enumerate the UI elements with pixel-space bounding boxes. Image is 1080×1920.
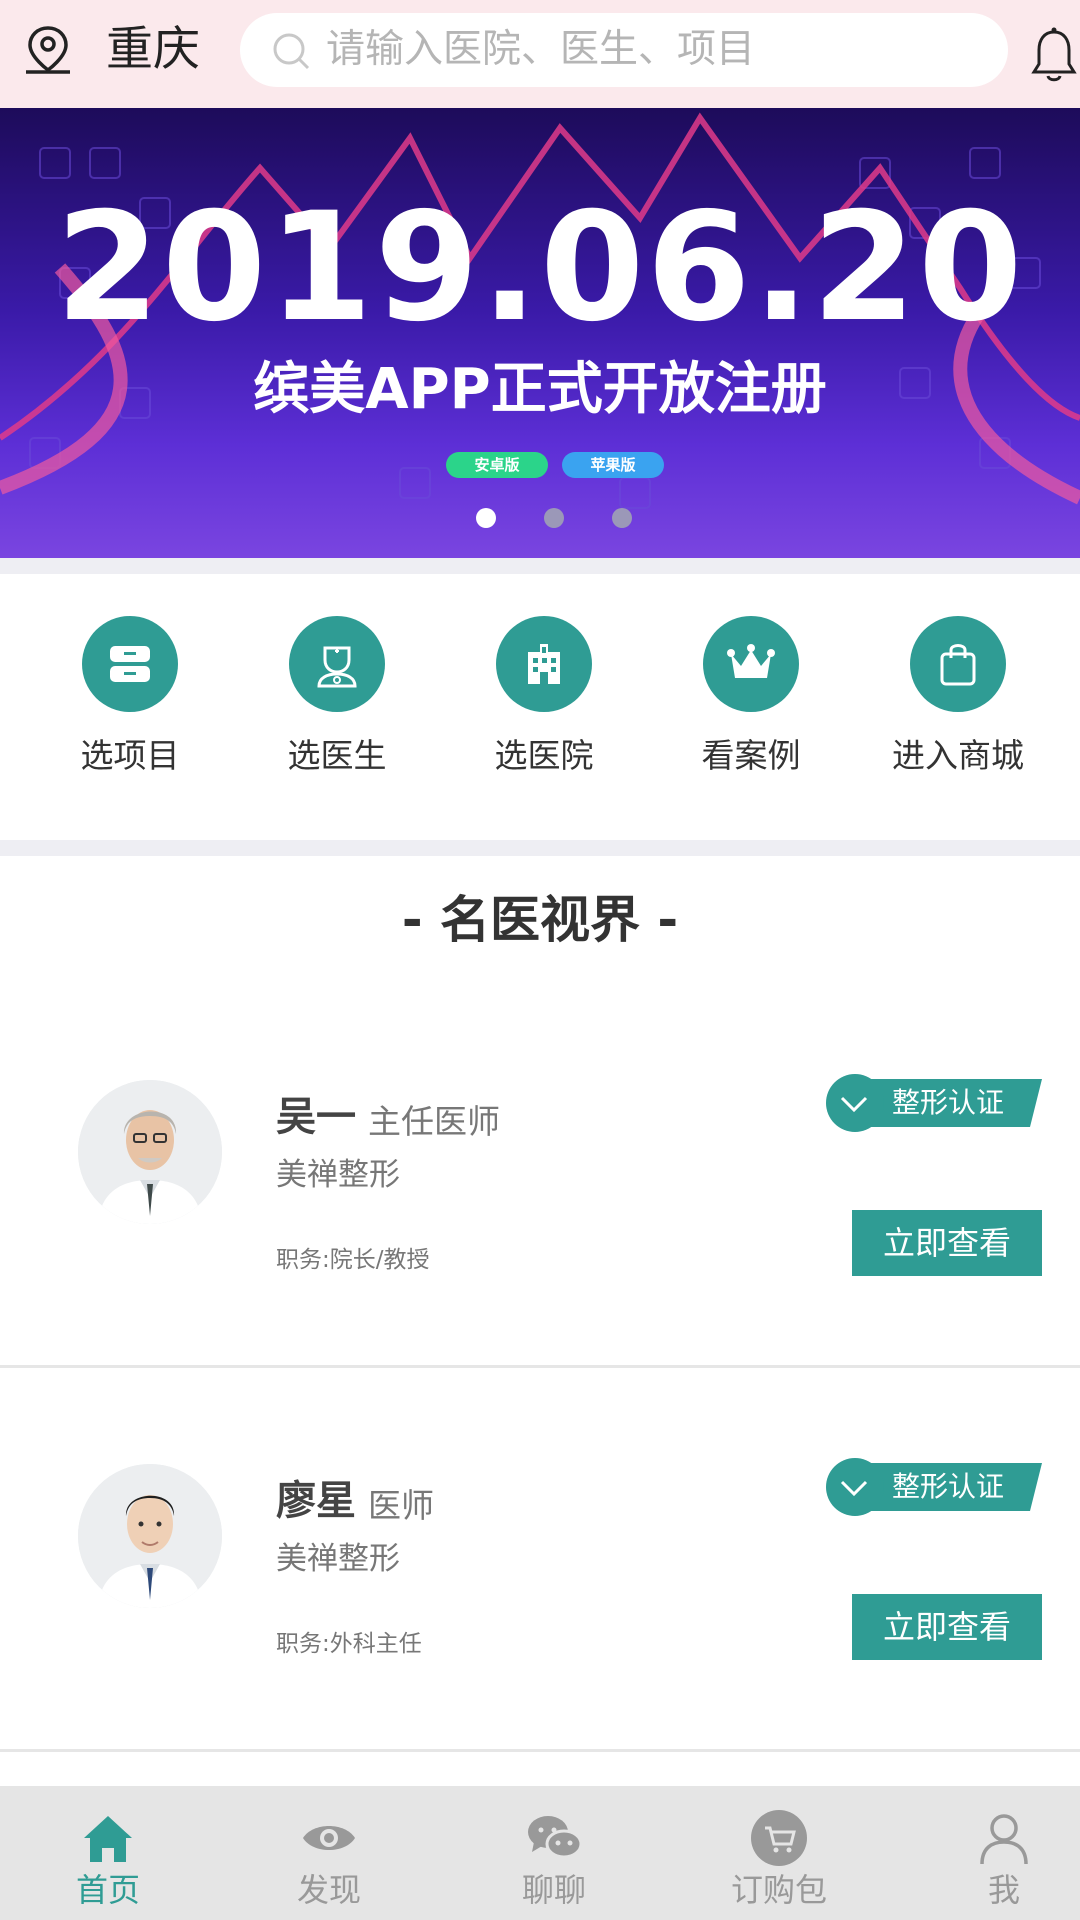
doctor-hospital: 美禅整形 <box>276 1541 400 1577</box>
tab-label: 发现 <box>296 1871 361 1909</box>
doctor-title: 主任医师 <box>368 1102 500 1141</box>
certification-badge: 整形认证 <box>826 1074 1042 1132</box>
doctor-photo <box>78 1080 222 1224</box>
location-pin-icon[interactable] <box>22 24 74 76</box>
shopping-bag-icon <box>940 644 976 686</box>
banner-subtitle: 缤美APP正式开放注册 <box>253 357 827 422</box>
category-grid: 选项目 选医生 选医院 看案例 进入商城 <box>0 574 1080 840</box>
view-doctor-button[interactable]: 立即查看 <box>852 1594 1042 1660</box>
category-icon-circle <box>82 616 178 712</box>
tab-discover[interactable]: 发现 <box>221 1786 437 1920</box>
drawer-icon <box>110 646 150 682</box>
crown-icon <box>727 644 775 678</box>
user-icon <box>980 1814 1028 1865</box>
category-select-project[interactable]: 选项目 <box>40 616 220 816</box>
tab-home[interactable]: 首页 <box>0 1786 216 1920</box>
category-label: 选医院 <box>494 736 594 775</box>
category-select-hospital[interactable]: 选医院 <box>454 616 634 816</box>
tab-chat[interactable]: 聊聊 <box>446 1786 662 1920</box>
search-box[interactable]: 请输入医院、医生、项目 <box>240 13 1008 87</box>
divider <box>0 840 1080 856</box>
divider <box>0 558 1080 574</box>
bottom-tab-bar: 首页 发现 聊聊 订购包 我 <box>0 1786 1080 1920</box>
certification-badge: 整形认证 <box>826 1458 1042 1516</box>
top-bar: 重庆 请输入医院、医生、项目 <box>0 0 1080 108</box>
category-view-cases[interactable]: 看案例 <box>661 616 841 816</box>
doctor-duty: 职务:院长/教授 <box>276 1247 430 1273</box>
certification-label: 整形认证 <box>892 1086 1005 1119</box>
category-icon-circle <box>289 616 385 712</box>
doctor-duty: 职务:外科主任 <box>276 1631 422 1657</box>
category-label: 看案例 <box>701 736 801 775</box>
android-badge: 安卓版 <box>446 452 548 478</box>
carousel-dot[interactable] <box>612 508 632 528</box>
bell-icon[interactable] <box>1030 26 1078 84</box>
doctor-icon <box>317 646 357 688</box>
doctor-avatar <box>78 1464 222 1608</box>
tab-label: 我 <box>987 1871 1020 1909</box>
tab-me[interactable]: 我 <box>896 1786 1080 1920</box>
doctor-name: 吴一 <box>276 1094 356 1140</box>
category-icon-circle <box>703 616 799 712</box>
eye-icon <box>303 1826 355 1850</box>
view-doctor-button[interactable]: 立即查看 <box>852 1210 1042 1276</box>
category-label: 选项目 <box>80 736 180 775</box>
tab-orders[interactable]: 订购包 <box>671 1786 887 1920</box>
search-icon <box>273 33 310 70</box>
doctor-card[interactable]: 廖星 医师 美禅整形 职务:外科主任 整形认证 立即查看 <box>0 1368 1080 1752</box>
doctor-avatar <box>78 1080 222 1224</box>
category-select-doctor[interactable]: 选医生 <box>247 616 427 816</box>
category-label: 进入商城 <box>892 736 1024 775</box>
ios-badge: 苹果版 <box>562 452 664 478</box>
doctor-title: 医师 <box>368 1486 434 1525</box>
cart-icon <box>751 1810 807 1866</box>
doctor-name: 廖星 <box>276 1478 356 1524</box>
promo-banner[interactable]: 2019.06.20 缤美APP正式开放注册 安卓版 苹果版 <box>0 108 1080 558</box>
doctor-card[interactable]: 吴一 主任医师 美禅整形 职务:院长/教授 整形认证 立即查看 <box>0 984 1080 1368</box>
category-icon-circle <box>910 616 1006 712</box>
category-mall[interactable]: 进入商城 <box>868 616 1048 816</box>
hospital-icon <box>528 644 560 684</box>
search-input-placeholder[interactable]: 请输入医院、医生、项目 <box>326 13 755 87</box>
carousel-dot[interactable] <box>544 508 564 528</box>
doctor-hospital: 美禅整形 <box>276 1157 400 1193</box>
chat-icon <box>528 1816 583 1859</box>
category-icon-circle <box>496 616 592 712</box>
tab-label: 首页 <box>75 1871 140 1909</box>
home-icon <box>84 1816 132 1862</box>
tab-label: 聊聊 <box>521 1871 586 1909</box>
carousel-dot[interactable] <box>476 508 496 528</box>
tab-label: 订购包 <box>730 1871 827 1909</box>
city-selector[interactable]: 重庆 <box>106 22 200 78</box>
certification-label: 整形认证 <box>892 1470 1005 1503</box>
doctor-photo <box>78 1464 222 1608</box>
category-label: 选医生 <box>287 736 387 775</box>
section-title: - 名医视界 - <box>401 891 679 949</box>
banner-date: 2019.06.20 <box>55 181 1025 355</box>
